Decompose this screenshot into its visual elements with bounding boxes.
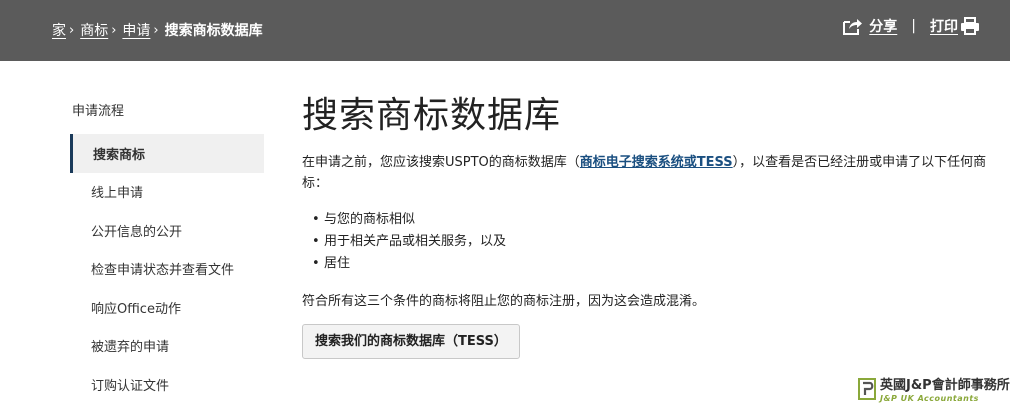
watermark: 英國J&P會計師事務所 J&P UK Accountants [858,378,1010,404]
criteria-item-related: 用于相关产品或相关服务，以及 [312,231,1002,253]
printer-icon[interactable] [960,16,980,36]
sidebar-item-search-trademark[interactable]: 搜索商标 [70,134,264,173]
breadcrumb-apply-link[interactable]: 申请 [122,20,150,40]
sidebar-item-online-application[interactable]: 线上申请 [72,173,264,212]
intro-text-before: 在申请之前，您应该搜索USPTO的商标数据库（ [302,155,580,170]
top-header-bar: 家 › 商标 › 申请 › 搜索商标数据库 分享 | 打印 [0,0,1010,61]
watermark-chinese-name: 英國J&P會計師事務所 [880,378,1010,393]
breadcrumb-separator-icon: › [153,22,159,38]
sidebar-item-check-status[interactable]: 检查申请状态并查看文件 [72,250,264,289]
watermark-text: 英國J&P會計師事務所 J&P UK Accountants [880,378,1010,404]
sidebar-item-abandoned[interactable]: 被遗弃的申请 [72,327,264,366]
breadcrumb-home-link[interactable]: 家 [52,20,66,40]
sidebar-title: 申请流程 [72,104,125,119]
page-tools: 分享 | 打印 [841,16,980,36]
criteria-item-residence: 居住 [312,253,1002,275]
page-title: 搜索商标数据库 [302,95,562,136]
conclusion-text: 符合所有这三个条件的商标将阻止您的商标注册，因为这会造成混淆。 [302,294,706,309]
share-link[interactable]: 分享 [869,16,897,36]
company-logo-icon [858,378,876,400]
main-content: 搜索商标数据库 在申请之前，您应该搜索USPTO的商标数据库（商标电子搜索系统或… [302,86,1002,359]
watermark-english-name: J&P UK Accountants [880,394,979,403]
breadcrumb: 家 › 商标 › 申请 › 搜索商标数据库 [52,20,263,40]
breadcrumb-separator-icon: › [111,22,117,38]
tools-divider: | [911,18,916,34]
print-link[interactable]: 打印 [930,16,958,36]
search-tess-button[interactable]: 搜索我们的商标数据库（TESS） [302,324,520,359]
sidebar-item-public-information[interactable]: 公开信息的公开 [72,211,264,250]
sidebar-list: 搜索商标 线上申请 公开信息的公开 检查申请状态并查看文件 响应Office动作… [70,134,264,404]
sidebar-item-certified-documents[interactable]: 订购认证文件 [72,365,264,404]
criteria-list: 与您的商标相似 用于相关产品或相关服务，以及 居住 [302,209,1002,275]
sidebar-item-office-action[interactable]: 响应Office动作 [72,288,264,327]
breadcrumb-separator-icon: › [69,22,75,38]
share-icon[interactable] [841,16,863,36]
intro-paragraph: 在申请之前，您应该搜索USPTO的商标数据库（商标电子搜索系统或TESS），以查… [302,152,992,194]
criteria-item-similar: 与您的商标相似 [312,209,1002,231]
breadcrumb-current: 搜索商标数据库 [164,23,263,39]
breadcrumb-trademarks-link[interactable]: 商标 [80,20,108,40]
tess-inline-link[interactable]: 商标电子搜索系统或TESS [580,155,733,170]
sidebar-navigation: 申请流程 搜索商标 线上申请 公开信息的公开 检查申请状态并查看文件 响应Off… [70,100,264,404]
